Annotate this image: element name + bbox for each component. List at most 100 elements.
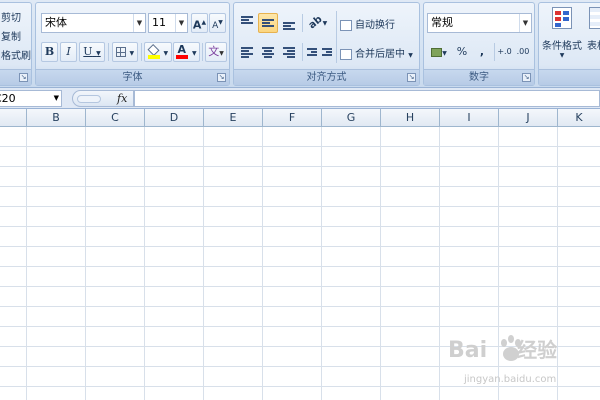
alignment-dialog-launcher[interactable]: ↘: [407, 73, 416, 82]
font-dialog-launcher[interactable]: ↘: [217, 73, 226, 82]
column-header-g[interactable]: G: [322, 109, 381, 127]
shrink-font-button[interactable]: A▼: [209, 13, 226, 33]
column-header-label: I: [467, 111, 471, 124]
resize-grip-icon[interactable]: [77, 95, 101, 103]
increase-indent-button[interactable]: [320, 42, 334, 62]
font-name-dropdown-icon[interactable]: ▼: [133, 14, 145, 32]
name-box-dropdown-icon[interactable]: ▼: [54, 91, 59, 106]
center-align-button[interactable]: [258, 42, 278, 62]
top-align-icon: [241, 15, 253, 25]
format-as-table-label: 表格: [587, 41, 600, 52]
clipboard-dialog-launcher[interactable]: ↘: [19, 73, 28, 82]
format-painter-button[interactable]: 格式刷: [1, 47, 31, 62]
column-header-label: B: [52, 111, 60, 124]
column-header-k[interactable]: K: [558, 109, 600, 127]
number-group: 常规 ▼ ▼ % , +.0 .00 数字 ↘: [423, 2, 535, 86]
number-format-dropdown-icon[interactable]: ▼: [519, 14, 531, 32]
text-orientation-icon: ab: [306, 13, 325, 32]
formula-tools: fx: [72, 90, 134, 107]
decrease-indent-button[interactable]: [305, 42, 319, 62]
alignment-group: ab▼ 自动换行 合并后居中 ▼ 对齐方式 ↘: [233, 2, 420, 86]
column-header-label: K: [575, 111, 583, 124]
conditional-formatting-icon: [552, 7, 572, 29]
accounting-format-button[interactable]: ▼: [427, 42, 451, 62]
formula-input[interactable]: [134, 90, 600, 107]
wrap-text-icon: [340, 19, 352, 31]
wrap-text-button[interactable]: 自动换行: [340, 16, 395, 31]
copy-label: 复制: [1, 32, 21, 43]
conditional-formatting-label: 条件格式: [542, 41, 582, 52]
bold-button[interactable]: B: [41, 42, 58, 62]
left-align-icon: [241, 46, 253, 59]
ribbon: 剪切 复制 格式刷 ↘ 宋体 ▼ 11 ▼ A▲ A▼ B I U ▼ ▼ ▼ …: [0, 0, 600, 88]
fill-color-swatch: [147, 55, 160, 59]
column-header-label: C: [111, 111, 119, 124]
middle-align-button[interactable]: [258, 13, 278, 33]
font-size-select[interactable]: 11 ▼: [148, 13, 188, 33]
name-box-value: C20: [0, 92, 16, 105]
watermark-url: jingyan.baidu.com: [464, 374, 557, 385]
column-header-j[interactable]: J: [499, 109, 558, 127]
font-color-button[interactable]: A ▼: [173, 42, 200, 62]
column-header-i[interactable]: I: [440, 109, 499, 127]
styles-group: 条件格式 ▼ 表格: [538, 2, 600, 86]
comma-glyph: ,: [479, 45, 485, 58]
comma-style-button[interactable]: ,: [473, 42, 491, 62]
column-header-c[interactable]: C: [86, 109, 145, 127]
merge-center-button[interactable]: 合并后居中 ▼: [340, 45, 413, 60]
decrease-decimal-button[interactable]: .00: [514, 42, 532, 62]
bottom-align-icon: [283, 21, 295, 31]
column-header-e[interactable]: E: [204, 109, 263, 127]
orientation-button[interactable]: ab▼: [304, 13, 332, 33]
column-header-label: D: [169, 111, 179, 124]
accounting-icon: [431, 47, 443, 57]
column-header-b[interactable]: B: [27, 109, 86, 127]
column-header-label: G: [346, 111, 356, 124]
phonetic-guide-button[interactable]: 文▼: [205, 42, 227, 62]
cut-label: 剪切: [1, 13, 21, 24]
styles-group-label: [539, 69, 600, 85]
bottom-align-button[interactable]: [279, 13, 299, 33]
number-group-label: 数字: [424, 69, 534, 85]
column-header-d[interactable]: D: [145, 109, 204, 127]
column-header-label: H: [405, 111, 415, 124]
merge-center-label: 合并后居中: [355, 49, 405, 60]
font-size-dropdown-icon[interactable]: ▼: [175, 14, 187, 32]
name-box[interactable]: C20 ▼: [0, 90, 62, 107]
underline-button[interactable]: U ▼: [79, 42, 105, 62]
column-headers: B C D E F G H I J K: [0, 109, 600, 127]
column-header-label: F: [288, 111, 296, 124]
italic-glyph: I: [66, 45, 71, 58]
watermark-brand-text: Bai: [448, 338, 488, 363]
decrease-decimal-glyph: .00: [516, 47, 530, 56]
font-name-select[interactable]: 宋体 ▼: [41, 13, 146, 33]
increase-decimal-glyph: +.0: [497, 47, 512, 56]
right-align-button[interactable]: [279, 42, 299, 62]
formula-bar: C20 ▼ fx: [0, 88, 600, 109]
wrap-text-label: 自动换行: [355, 20, 395, 31]
column-header-label: J: [526, 111, 530, 124]
alignment-group-label: 对齐方式: [234, 69, 419, 85]
conditional-formatting-button[interactable]: 条件格式 ▼: [539, 5, 585, 65]
column-header-h[interactable]: H: [381, 109, 440, 127]
increase-decimal-button[interactable]: +.0: [496, 42, 513, 62]
number-dialog-launcher[interactable]: ↘: [522, 73, 531, 82]
percent-style-button[interactable]: %: [453, 42, 471, 62]
copy-button[interactable]: 复制: [1, 28, 21, 43]
format-as-table-button[interactable]: 表格: [587, 5, 600, 65]
font-color-icon: A: [176, 43, 189, 61]
top-align-button[interactable]: [237, 13, 257, 33]
increase-indent-icon: [322, 47, 332, 57]
center-align-icon: [262, 46, 274, 59]
number-format-select[interactable]: 常规 ▼: [427, 13, 532, 33]
fill-color-button[interactable]: ▼: [144, 42, 172, 62]
left-align-button[interactable]: [237, 42, 257, 62]
column-header-f[interactable]: F: [263, 109, 322, 127]
cut-button[interactable]: 剪切: [1, 9, 21, 24]
border-button[interactable]: ▼: [112, 42, 138, 62]
phonetic-glyph: 文: [208, 45, 220, 58]
italic-button[interactable]: I: [60, 42, 77, 62]
column-header-a[interactable]: [0, 109, 27, 127]
grow-font-button[interactable]: A▲: [191, 13, 208, 33]
insert-function-button[interactable]: fx: [117, 91, 127, 106]
